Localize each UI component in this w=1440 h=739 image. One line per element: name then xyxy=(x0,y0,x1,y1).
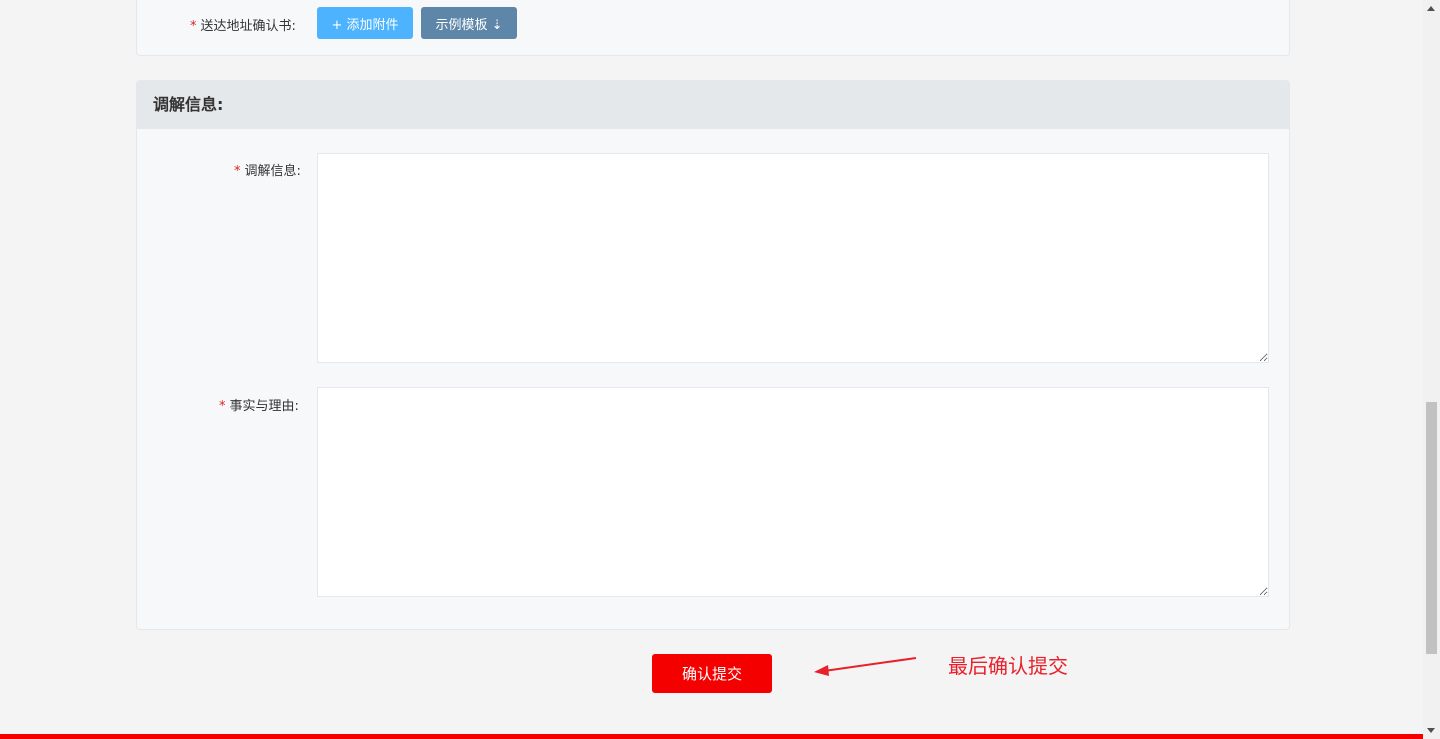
annotation-text: 最后确认提交 xyxy=(948,654,1068,678)
required-mark: * xyxy=(234,164,241,179)
page: * 送达地址确认书: + 添加附件 示例模板 ⇣ 调解信息: * 调解信息: * 事实… xyxy=(0,0,1423,739)
scroll-down-arrow-icon[interactable] xyxy=(1427,728,1435,733)
required-mark: * xyxy=(219,399,226,414)
annotation-arrow-icon xyxy=(814,657,917,676)
footer-red-bar xyxy=(0,734,1423,739)
scroll-thumb[interactable] xyxy=(1426,402,1437,654)
mediation-info-textarea[interactable] xyxy=(317,153,1269,363)
delivery-address-label: * 送达地址确认书: xyxy=(190,19,296,34)
page-scrollbar[interactable] xyxy=(1423,0,1440,739)
attachment-panel xyxy=(136,0,1290,56)
sample-template-button[interactable]: 示例模板 ⇣ xyxy=(421,7,517,39)
add-attachment-button[interactable]: + 添加附件 xyxy=(317,7,413,39)
required-mark: * xyxy=(190,19,197,34)
mediation-section-title: 调解信息: xyxy=(137,81,1289,129)
scroll-up-arrow-icon[interactable] xyxy=(1427,6,1435,11)
facts-reasons-label: * 事实与理由: xyxy=(219,399,299,414)
confirm-submit-button[interactable]: 确认提交 xyxy=(652,654,772,693)
facts-reasons-textarea[interactable] xyxy=(317,387,1269,597)
mediation-info-label: * 调解信息: xyxy=(234,164,301,179)
